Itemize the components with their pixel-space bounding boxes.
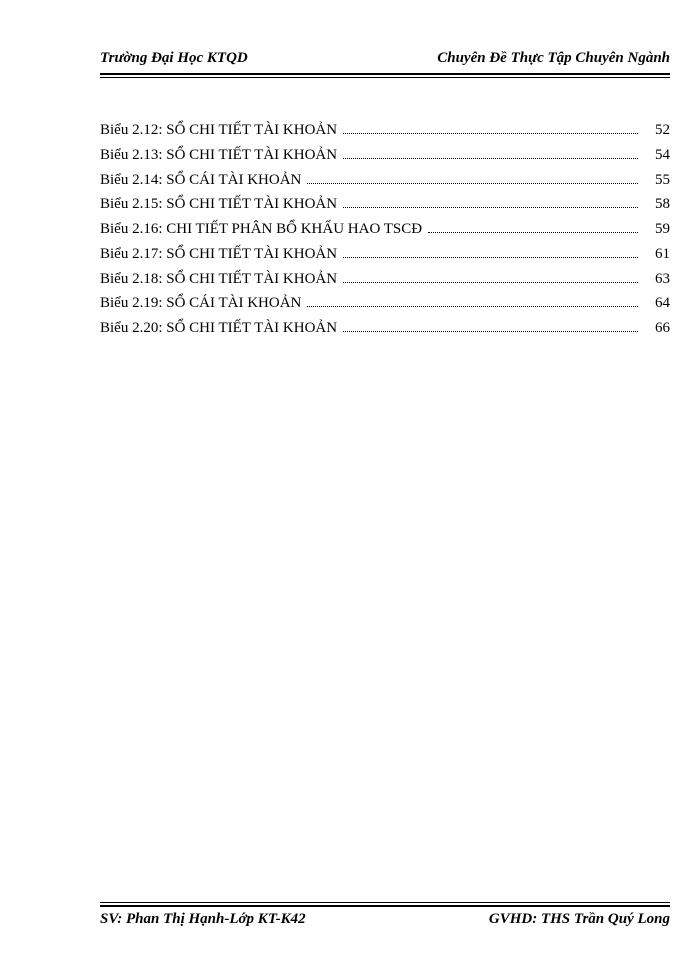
toc-entry: Biểu 2.12: SỔ CHI TIẾT TÀI KHOẢN 52 [100, 118, 670, 143]
toc-entry-page: 66 [642, 316, 670, 341]
toc-leader-dots [343, 145, 638, 159]
toc-entry: Biểu 2.17: SỔ CHI TIẾT TÀI KHOẢN 61 [100, 242, 670, 267]
toc-entry-label: Biểu 2.15: SỔ CHI TIẾT TÀI KHOẢN [100, 192, 337, 217]
toc-entry: Biểu 2.13: SỔ CHI TIẾT TÀI KHOẢN 54 [100, 143, 670, 168]
header-left: Trường Đại Học KTQD [100, 50, 248, 67]
toc-leader-dots [343, 269, 638, 283]
toc-entry: Biểu 2.19: SỔ CÁI TÀI KHOẢN 64 [100, 291, 670, 316]
page-header: Trường Đại Học KTQD Chuyên Đề Thực Tập C… [100, 50, 670, 71]
toc-entry-label: Biểu 2.17: SỔ CHI TIẾT TÀI KHOẢN [100, 242, 337, 267]
header-rule-thick [100, 73, 670, 75]
toc-entry-page: 54 [642, 143, 670, 168]
toc-entry: Biểu 2.20: SỔ CHI TIẾT TÀI KHOẢN 66 [100, 316, 670, 341]
toc-entry-page: 64 [642, 291, 670, 316]
toc-leader-dots [307, 170, 638, 184]
header-right: Chuyên Đề Thực Tập Chuyên Ngành [437, 50, 670, 67]
toc-entry-page: 55 [642, 168, 670, 193]
toc-entry-label: Biểu 2.20: SỔ CHI TIẾT TÀI KHOẢN [100, 316, 337, 341]
toc-leader-dots [343, 121, 638, 135]
toc-leader-dots [343, 195, 638, 209]
toc-entry-page: 59 [642, 217, 670, 242]
toc-entry: Biểu 2.15: SỔ CHI TIẾT TÀI KHOẢN 58 [100, 192, 670, 217]
header-rule-thin [100, 77, 670, 78]
toc-leader-dots [307, 294, 638, 308]
footer-right: GVHD: THS Trần Quý Long [489, 911, 670, 928]
toc-entry-label: Biểu 2.19: SỔ CÁI TÀI KHOẢN [100, 291, 301, 316]
page-footer-wrap: SV: Phan Thị Hạnh-Lớp KT-K42 GVHD: THS T… [100, 900, 670, 928]
page-body: Trường Đại Học KTQD Chuyên Đề Thực Tập C… [100, 50, 670, 920]
toc-entry: Biểu 2.16: CHI TIẾT PHÂN BỔ KHẤU HAO TSC… [100, 217, 670, 242]
toc-entry-page: 58 [642, 192, 670, 217]
table-of-contents: Biểu 2.12: SỔ CHI TIẾT TÀI KHOẢN52Biểu 2… [100, 118, 670, 341]
toc-entry-page: 63 [642, 267, 670, 292]
toc-leader-dots [428, 220, 638, 234]
toc-entry-label: Biểu 2.12: SỔ CHI TIẾT TÀI KHOẢN [100, 118, 337, 143]
toc-entry-label: Biểu 2.14: SỔ CÁI TÀI KHOẢN [100, 168, 301, 193]
toc-leader-dots [343, 319, 638, 333]
toc-leader-dots [343, 244, 638, 258]
toc-entry-label: Biểu 2.13: SỔ CHI TIẾT TÀI KHOẢN [100, 143, 337, 168]
toc-entry-label: Biểu 2.16: CHI TIẾT PHÂN BỔ KHẤU HAO TSC… [100, 217, 422, 242]
footer-rule-thin [100, 902, 670, 903]
toc-entry-page: 52 [642, 118, 670, 143]
page-footer: SV: Phan Thị Hạnh-Lớp KT-K42 GVHD: THS T… [100, 907, 670, 928]
toc-entry: Biểu 2.18: SỔ CHI TIẾT TÀI KHOẢN 63 [100, 267, 670, 292]
toc-entry-label: Biểu 2.18: SỔ CHI TIẾT TÀI KHOẢN [100, 267, 337, 292]
toc-entry: Biểu 2.14: SỔ CÁI TÀI KHOẢN 55 [100, 168, 670, 193]
footer-left: SV: Phan Thị Hạnh-Lớp KT-K42 [100, 911, 306, 928]
toc-entry-page: 61 [642, 242, 670, 267]
